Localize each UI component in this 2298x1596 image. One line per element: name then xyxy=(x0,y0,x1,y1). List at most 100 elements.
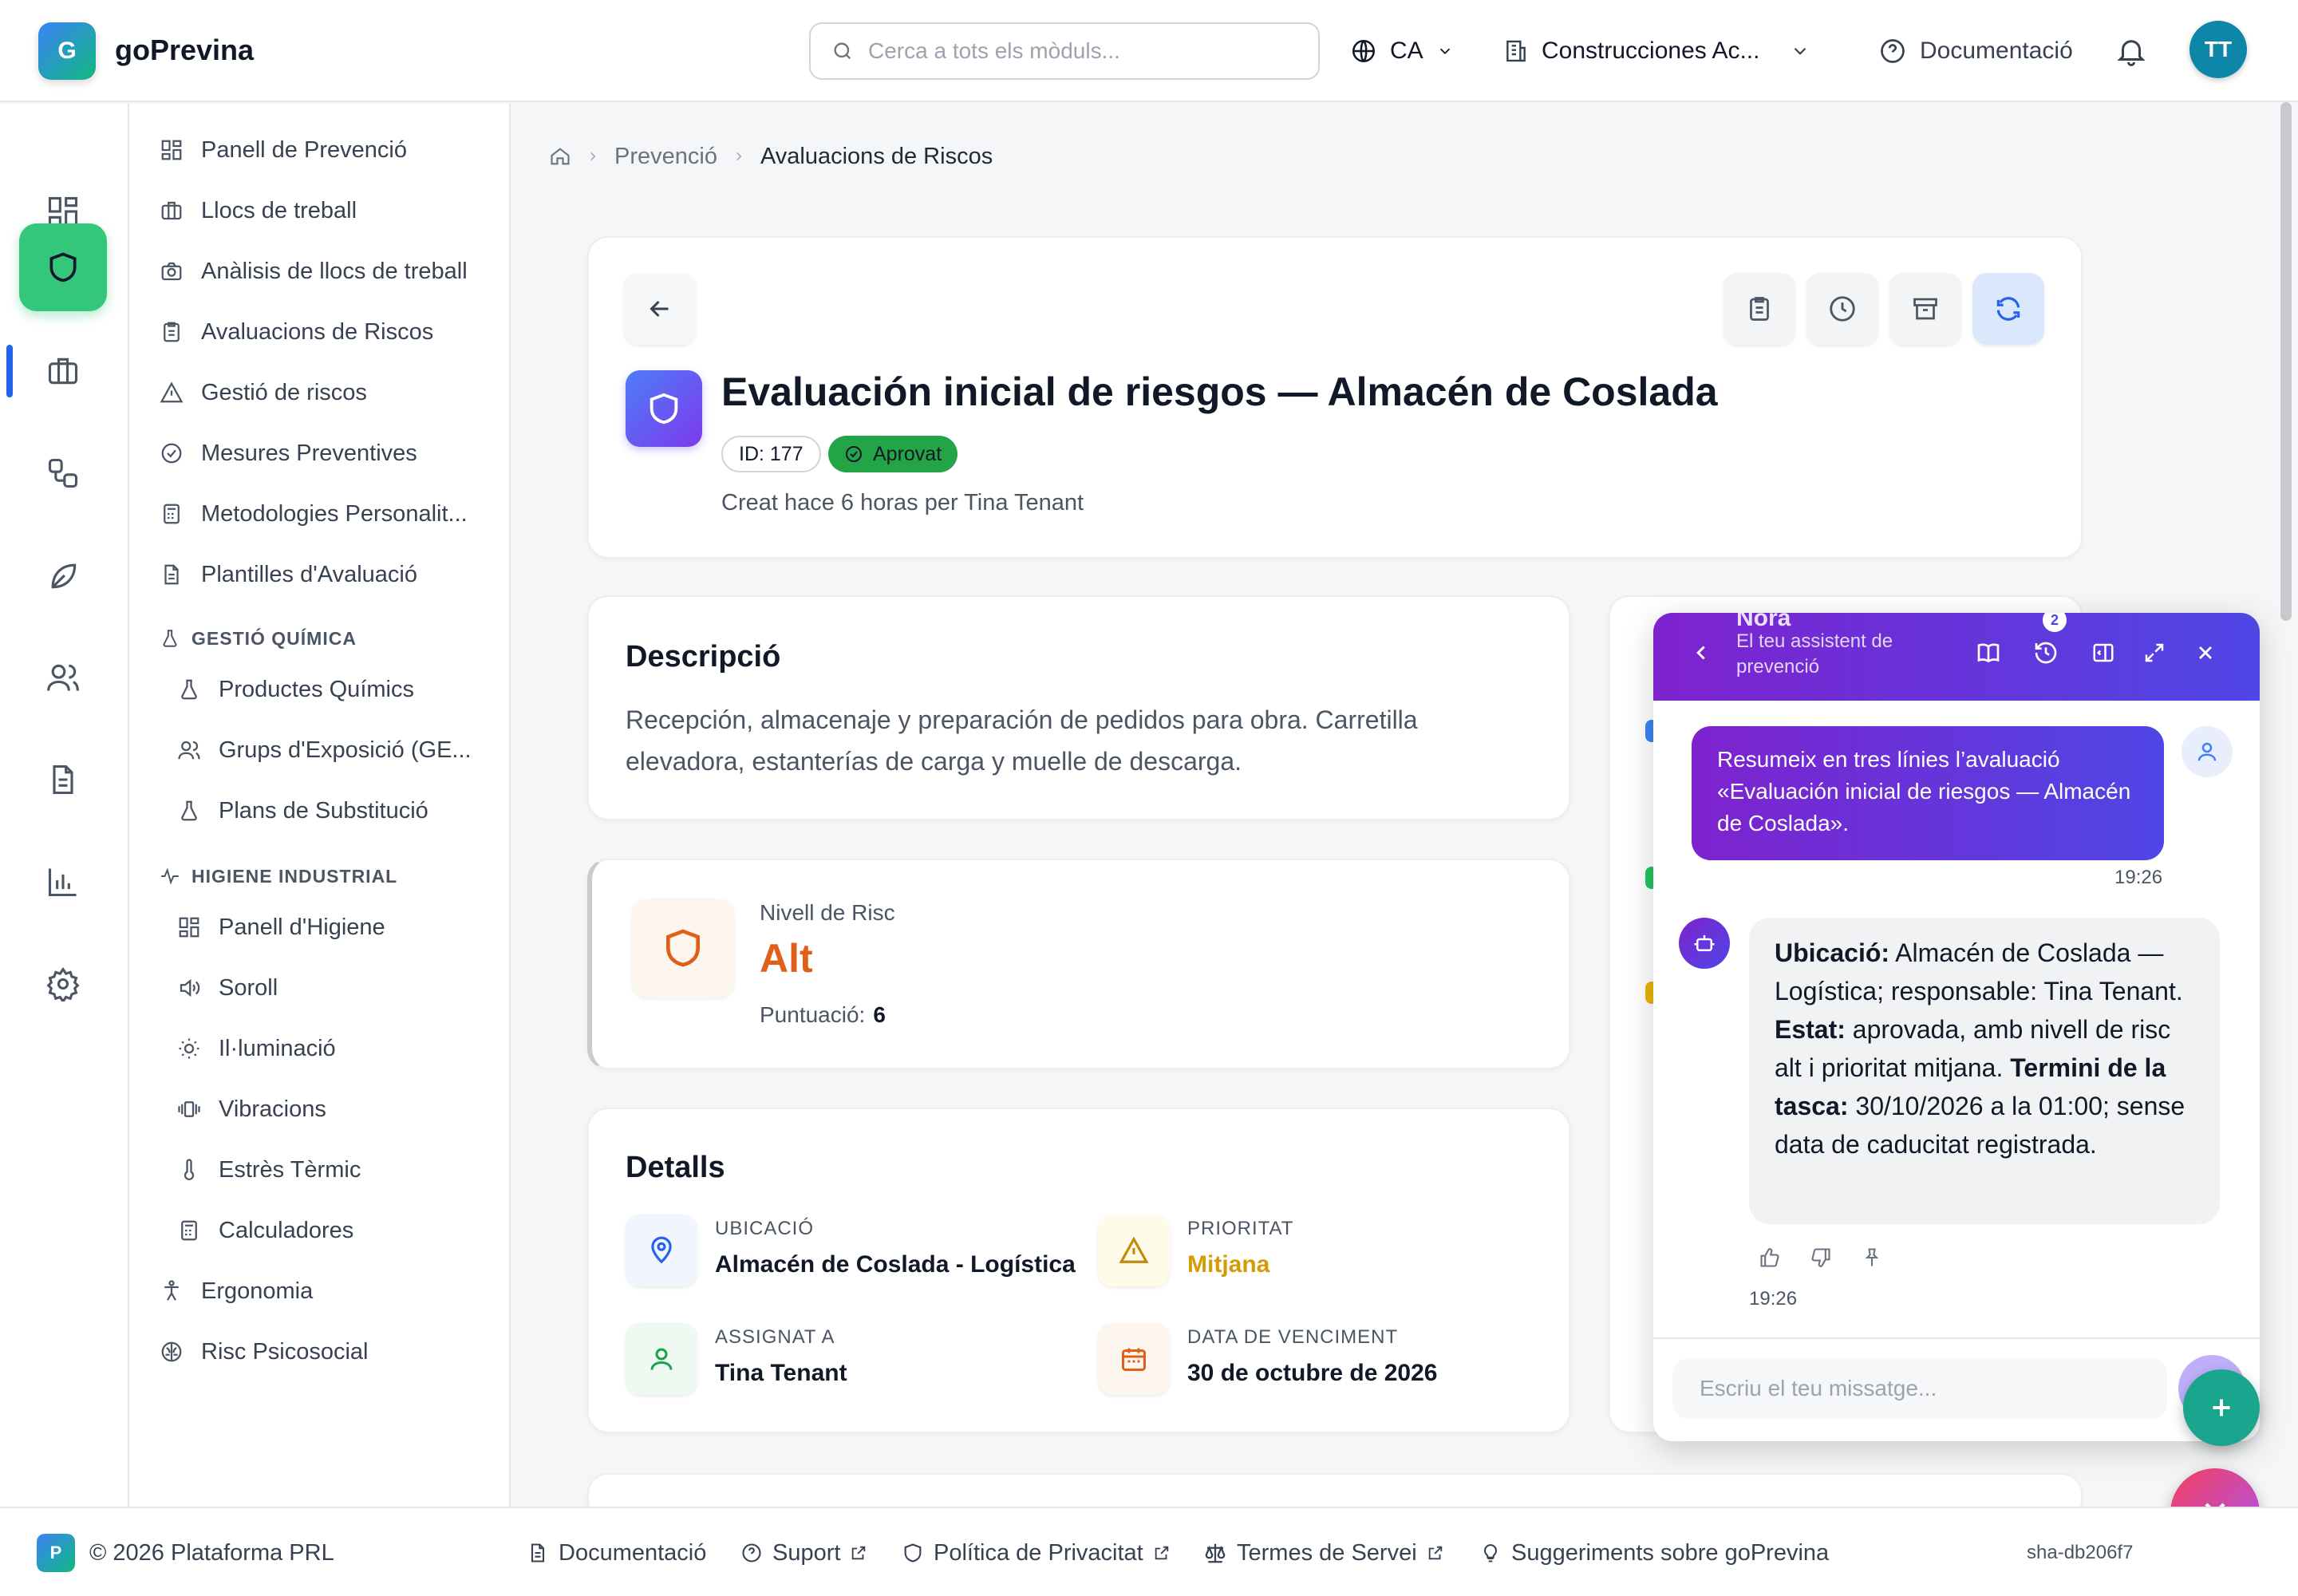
users-icon xyxy=(177,738,201,762)
footer-suggestions-label: Suggeriments sobre goPrevina xyxy=(1511,1539,1830,1566)
sidebar-item-psychosocial[interactable]: Risc Psicosocial xyxy=(160,1329,369,1374)
refresh-button[interactable] xyxy=(1972,273,2044,345)
rail-workplaces-button[interactable] xyxy=(19,327,107,415)
sidebar-item-workplaces[interactable]: Llocs de treball xyxy=(160,188,357,233)
flask-icon xyxy=(177,799,201,823)
archive-button[interactable] xyxy=(1889,273,1961,345)
chat-history-button[interactable] xyxy=(2027,634,2065,672)
sidebar-item-preventive-measures[interactable]: Mesures Preventives xyxy=(160,431,417,476)
sidebar-item-custom-methodologies[interactable]: Metodologies Personalit... xyxy=(160,492,468,536)
chat-knowledge-button[interactable] xyxy=(1969,634,2008,672)
risk-level-label: Nivell de Risc xyxy=(760,900,895,925)
sidebar-item-label: Llocs de treball xyxy=(201,197,357,223)
grid-icon xyxy=(177,915,201,939)
breadcrumb-parent[interactable]: Prevenció xyxy=(614,144,717,170)
sidebar-item-noise[interactable]: Soroll xyxy=(177,966,278,1010)
sidebar-item-label: Gestió de riscos xyxy=(201,379,367,405)
company-selector[interactable]: Construcciones Ac... xyxy=(1503,29,1810,73)
chat-back-button[interactable] xyxy=(1682,634,1720,672)
thumbs-up-icon[interactable] xyxy=(1759,1246,1781,1269)
section-title: GESTIÓ QUÍMICA xyxy=(192,627,357,649)
history-icon xyxy=(2033,640,2059,666)
description-heading: Descripció xyxy=(626,640,781,674)
sidebar-item-label: Plans de Substitució xyxy=(219,797,428,824)
search-input[interactable] xyxy=(868,38,1283,64)
flask-icon xyxy=(160,628,180,649)
rail-environment-button[interactable] xyxy=(19,531,107,619)
home-icon[interactable] xyxy=(549,145,571,168)
rail-settings-button[interactable] xyxy=(19,940,107,1028)
page-scrollbar[interactable] xyxy=(2280,102,2292,621)
footer-support-link[interactable]: Suport xyxy=(740,1535,867,1570)
back-button[interactable] xyxy=(624,273,696,345)
notifications-button[interactable] xyxy=(2114,29,2148,73)
sidebar-item-label: Il·luminació xyxy=(219,1035,336,1061)
camera-icon xyxy=(160,259,184,283)
speaker-icon xyxy=(177,976,201,1000)
sidebar-item-hygiene-panel[interactable]: Panell d'Higiene xyxy=(177,905,385,950)
bot-avatar xyxy=(1679,918,1730,969)
bot-message-bubble: Ubicació: Almacén de Coslada — Logística… xyxy=(1749,918,2220,1224)
footer-privacy-label: Política de Privacitat xyxy=(934,1539,1143,1566)
help-circle-icon xyxy=(1878,37,1907,65)
search-icon xyxy=(831,40,854,62)
version-text: sha-db206f7 xyxy=(2027,1542,2134,1563)
due-date-label: DATA DE VENCIMENT xyxy=(1187,1326,1399,1348)
sidebar-item-chemical-products[interactable]: Productes Químics xyxy=(177,667,414,712)
thumbs-down-icon[interactable] xyxy=(1810,1246,1832,1269)
report-button[interactable] xyxy=(1724,273,1795,345)
sidebar-item-label: Panell de Prevenció xyxy=(201,136,407,163)
sun-icon xyxy=(177,1037,201,1061)
chat-sidebar-toggle[interactable] xyxy=(2084,634,2122,672)
chat-close-button[interactable] xyxy=(2186,634,2225,672)
user-avatar[interactable]: TT xyxy=(2189,21,2247,78)
history-button[interactable] xyxy=(1806,273,1878,345)
language-label: CA xyxy=(1390,38,1423,64)
document-icon xyxy=(527,1542,549,1564)
sidebar-item-calculators[interactable]: Calculadores xyxy=(177,1208,353,1253)
chat-message-input[interactable] xyxy=(1672,1358,2167,1419)
rail-reports-button[interactable] xyxy=(19,838,107,926)
sidebar-item-thermal-stress[interactable]: Estrès Tèrmic xyxy=(177,1148,361,1192)
sidebar-item-lighting[interactable]: Il·luminació xyxy=(177,1026,336,1071)
language-selector[interactable]: CA xyxy=(1350,29,1454,73)
footer-docs-link[interactable]: Documentació xyxy=(527,1535,706,1570)
footer-privacy-link[interactable]: Política de Privacitat xyxy=(902,1535,1171,1570)
footer-suggestions-link[interactable]: Suggeriments sobre goPrevina xyxy=(1479,1535,1829,1570)
rail-prevention-button[interactable] xyxy=(19,223,107,311)
app-logo[interactable]: G xyxy=(38,22,96,80)
sidebar-item-risk-assessments[interactable]: Avaluacions de Riscos xyxy=(160,310,433,354)
footer-terms-link[interactable]: Termes de Servei xyxy=(1203,1535,1444,1570)
docs-link[interactable]: Documentació xyxy=(1878,29,2073,73)
user-icon xyxy=(2195,740,2219,764)
thermometer-icon xyxy=(177,1158,201,1182)
rail-documents-button[interactable] xyxy=(19,736,107,824)
add-fab-button[interactable] xyxy=(2183,1369,2260,1446)
sidebar-item-assessment-templates[interactable]: Plantilles d'Avaluació xyxy=(160,552,417,597)
sidebar-item-workplace-analysis[interactable]: Anàlisis de llocs de treball xyxy=(160,249,468,294)
sidebar-item-substitution-plans[interactable]: Plans de Substitució xyxy=(177,788,428,833)
chevron-down-icon xyxy=(1436,42,1454,60)
pin-icon[interactable] xyxy=(1861,1246,1883,1269)
section-title: HIGIENE INDUSTRIAL xyxy=(192,865,398,887)
external-link-icon xyxy=(850,1544,867,1562)
expand-icon xyxy=(2142,641,2166,665)
global-search[interactable] xyxy=(809,22,1320,80)
document-icon xyxy=(160,563,184,587)
due-date-value: 30 de octubre de 2026 xyxy=(1187,1360,1438,1386)
sidebar-item-risk-management[interactable]: Gestió de riscos xyxy=(160,370,367,415)
rail-people-button[interactable] xyxy=(19,634,107,721)
priority-label: PRIORITAT xyxy=(1187,1218,1294,1239)
sidebar-item-ergonomics[interactable]: Ergonomia xyxy=(160,1269,313,1314)
sidebar-item-exposure-groups[interactable]: Grups d'Exposició (GE... xyxy=(177,728,472,772)
leaf-icon xyxy=(45,558,81,593)
external-link-icon xyxy=(1427,1544,1444,1562)
assistant-subtitle: El teu assistent de prevenció xyxy=(1736,630,1893,678)
user-message-text: Resumeix en tres línies l’avaluació «Eva… xyxy=(1717,747,2131,836)
users-icon xyxy=(45,660,81,695)
sidebar-item-prevention-panel[interactable]: Panell de Prevenció xyxy=(160,128,407,172)
rail-chemical-button[interactable] xyxy=(19,429,107,517)
sidebar-item-vibrations[interactable]: Vibracions xyxy=(177,1087,326,1132)
chat-expand-button[interactable] xyxy=(2135,634,2174,672)
app-name[interactable]: goPrevina xyxy=(115,34,254,67)
